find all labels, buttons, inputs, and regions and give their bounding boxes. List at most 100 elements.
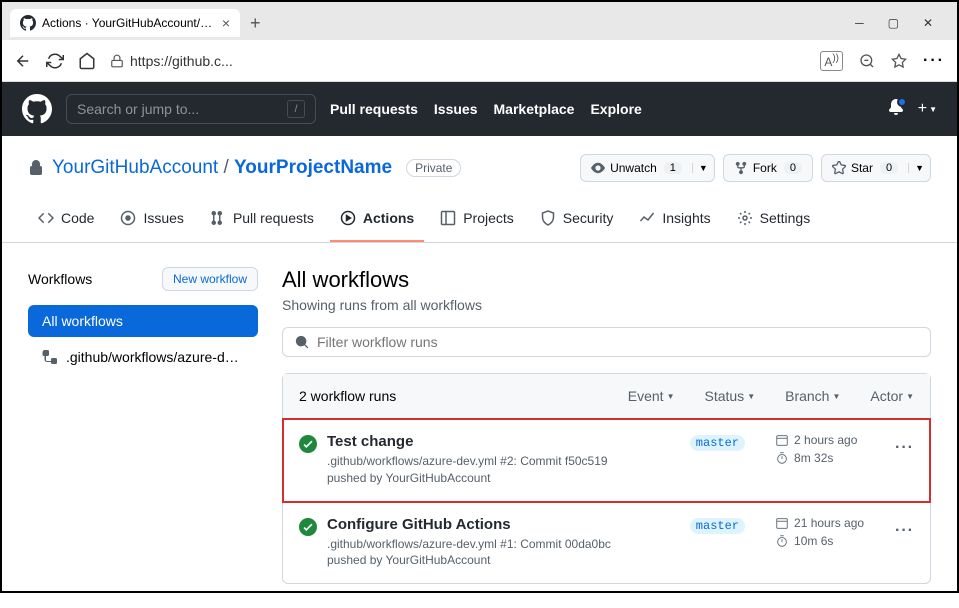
- play-icon: [340, 210, 356, 226]
- run-menu-button[interactable]: ···: [895, 522, 914, 540]
- visibility-badge: Private: [406, 159, 461, 177]
- notification-dot: [897, 97, 907, 107]
- stopwatch-icon: [775, 451, 789, 465]
- home-button[interactable]: [78, 52, 96, 70]
- minimize-button[interactable]: ─: [855, 16, 864, 30]
- tab-title: Actions · YourGitHubAccount/YourProjectN…: [42, 16, 216, 30]
- content-subtitle: Showing runs from all workflows: [282, 297, 931, 313]
- run-row[interactable]: Configure GitHub Actions .github/workflo…: [283, 502, 930, 584]
- workflows-sidebar: Workflows New workflow All workflows .gi…: [28, 267, 258, 584]
- browser-chrome: Actions · YourGitHubAccount/YourProjectN…: [2, 2, 957, 82]
- sidebar-item-workflow-file[interactable]: .github/workflows/azure-dev....: [28, 341, 258, 373]
- workflow-icon: [42, 349, 58, 365]
- chevron-down-icon[interactable]: ▼: [692, 163, 714, 173]
- run-branch-badge[interactable]: master: [690, 435, 745, 451]
- eye-icon: [591, 161, 605, 175]
- zoom-icon[interactable]: [859, 53, 875, 69]
- tab-settings[interactable]: Settings: [727, 202, 821, 242]
- back-button[interactable]: [14, 52, 32, 70]
- maximize-button[interactable]: ▢: [888, 16, 899, 30]
- sidebar-item-all-workflows[interactable]: All workflows: [28, 305, 258, 337]
- issue-icon: [120, 210, 136, 226]
- run-meta: 2 hours ago 8m 32s: [775, 433, 885, 465]
- repo-path: YourGitHubAccount / YourProjectName: [52, 157, 392, 179]
- filter-status[interactable]: Status▼: [704, 388, 755, 404]
- pull-icon: [210, 210, 226, 226]
- shield-icon: [540, 210, 556, 226]
- add-dropdown[interactable]: +▼: [918, 100, 937, 118]
- calendar-icon: [775, 433, 789, 447]
- run-title[interactable]: Configure GitHub Actions: [327, 516, 680, 533]
- run-row[interactable]: Test change .github/workflows/azure-dev.…: [283, 419, 930, 502]
- stopwatch-icon: [775, 534, 789, 548]
- star-button[interactable]: Star0 ▼: [821, 154, 931, 182]
- github-favicon: [20, 15, 36, 31]
- window-controls: ─ ▢ ✕: [855, 16, 949, 30]
- refresh-button[interactable]: [46, 52, 64, 70]
- tab-insights[interactable]: Insights: [629, 202, 720, 242]
- filter-branch[interactable]: Branch▼: [785, 388, 840, 404]
- search-icon: [295, 335, 309, 349]
- search-placeholder: Search or jump to...: [77, 101, 199, 117]
- run-branch-badge[interactable]: master: [690, 518, 745, 534]
- chevron-down-icon[interactable]: ▼: [908, 163, 930, 173]
- tab-close-icon[interactable]: ×: [222, 15, 230, 31]
- success-check-icon: [299, 518, 317, 536]
- github-logo[interactable]: [22, 94, 52, 124]
- favorite-icon[interactable]: [891, 53, 907, 69]
- tab-pulls[interactable]: Pull requests: [200, 202, 324, 242]
- github-header: Search or jump to... / Pull requests Iss…: [2, 82, 957, 136]
- repo-header: YourGitHubAccount / YourProjectName Priv…: [2, 136, 957, 182]
- close-button[interactable]: ✕: [923, 16, 933, 30]
- filter-event[interactable]: Event▼: [628, 388, 675, 404]
- tab-actions[interactable]: Actions: [330, 202, 424, 242]
- runs-content: All workflows Showing runs from all work…: [282, 267, 931, 584]
- run-count-label: 2 workflow runs: [299, 388, 598, 404]
- content-heading: All workflows: [282, 267, 931, 293]
- new-tab-button[interactable]: +: [240, 13, 271, 34]
- lock-icon: [110, 54, 124, 68]
- tab-projects[interactable]: Projects: [430, 202, 524, 242]
- new-workflow-button[interactable]: New workflow: [162, 267, 258, 291]
- nav-explore[interactable]: Explore: [590, 101, 641, 117]
- tab-security[interactable]: Security: [530, 202, 624, 242]
- browser-toolbar: https://github.c... A)) ···: [2, 40, 957, 82]
- repo-name-link[interactable]: YourProjectName: [234, 157, 392, 178]
- watch-button[interactable]: Unwatch1 ▼: [580, 154, 715, 182]
- tab-issues[interactable]: Issues: [110, 202, 193, 242]
- fork-icon: [734, 161, 748, 175]
- reader-mode-icon[interactable]: A)): [820, 51, 843, 71]
- nav-pulls[interactable]: Pull requests: [330, 101, 418, 117]
- repo-nav: Code Issues Pull requests Actions Projec…: [2, 202, 957, 243]
- table-header: 2 workflow runs Event▼ Status▼ Branch▼ A…: [283, 374, 930, 419]
- sidebar-title: Workflows: [28, 271, 92, 287]
- run-subtitle: .github/workflows/azure-dev.yml #1: Comm…: [327, 536, 680, 570]
- tab-code[interactable]: Code: [28, 202, 104, 242]
- filter-actor[interactable]: Actor▼: [870, 388, 914, 404]
- calendar-icon: [775, 516, 789, 530]
- notifications-button[interactable]: [888, 99, 904, 120]
- address-bar[interactable]: https://github.c...: [110, 53, 233, 69]
- success-check-icon: [299, 435, 317, 453]
- github-search[interactable]: Search or jump to... /: [66, 94, 316, 124]
- lock-icon: [28, 160, 44, 176]
- browser-tab[interactable]: Actions · YourGitHubAccount/YourProjectN…: [10, 9, 240, 37]
- filter-input[interactable]: [317, 334, 918, 350]
- more-icon[interactable]: ···: [923, 52, 945, 70]
- github-nav: Pull requests Issues Marketplace Explore: [330, 101, 642, 117]
- graph-icon: [639, 210, 655, 226]
- runs-table: 2 workflow runs Event▼ Status▼ Branch▼ A…: [282, 373, 931, 584]
- filter-input-wrap[interactable]: [282, 327, 931, 357]
- project-icon: [440, 210, 456, 226]
- run-title[interactable]: Test change: [327, 433, 680, 450]
- star-icon: [832, 161, 846, 175]
- run-menu-button[interactable]: ···: [895, 439, 914, 457]
- nav-issues[interactable]: Issues: [434, 101, 478, 117]
- browser-tab-bar: Actions · YourGitHubAccount/YourProjectN…: [2, 2, 957, 40]
- slash-badge: /: [287, 100, 305, 118]
- main-content: Workflows New workflow All workflows .gi…: [2, 243, 957, 608]
- nav-marketplace[interactable]: Marketplace: [494, 101, 575, 117]
- repo-owner-link[interactable]: YourGitHubAccount: [52, 157, 218, 178]
- url-text: https://github.c...: [130, 53, 233, 69]
- fork-button[interactable]: Fork0: [723, 154, 813, 182]
